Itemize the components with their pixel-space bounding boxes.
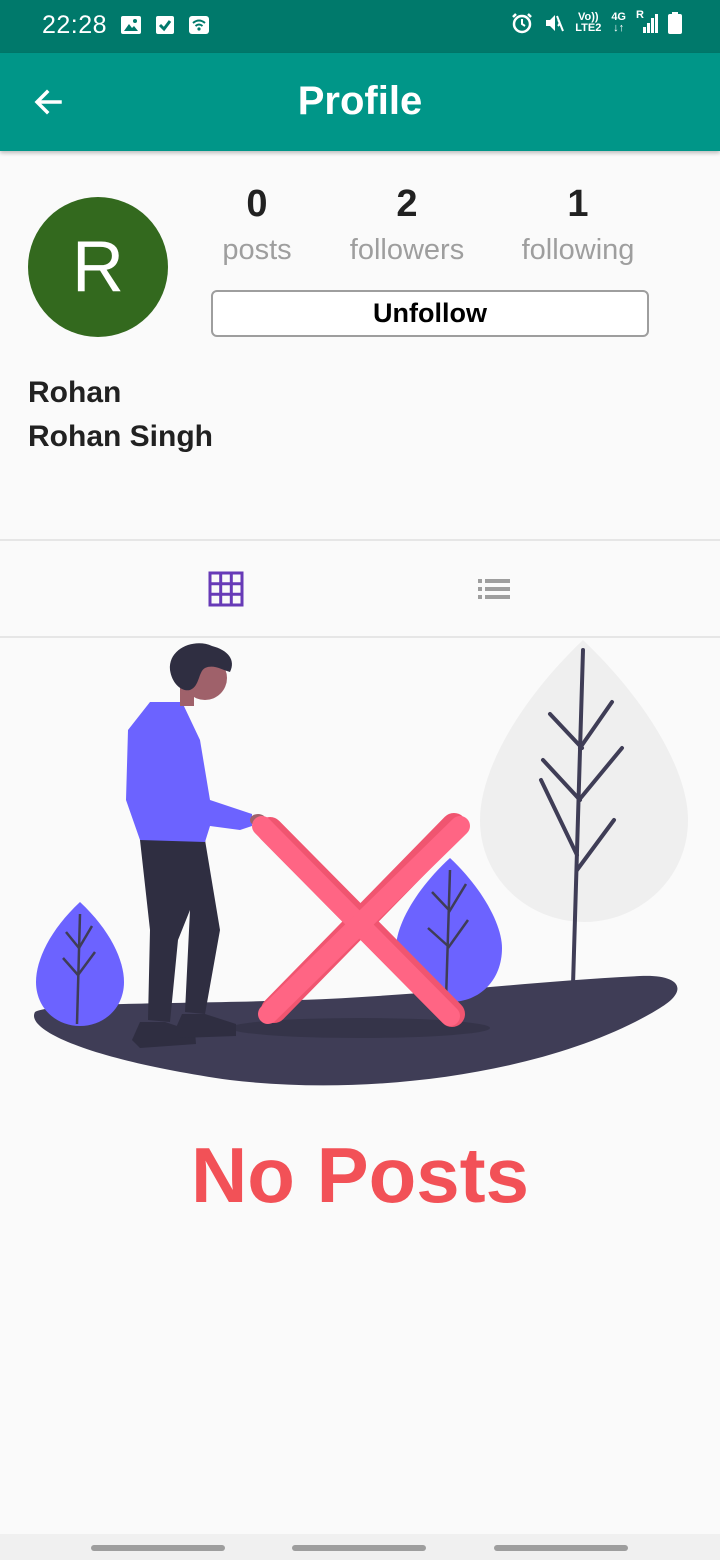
nav-recent-pill[interactable] (91, 1545, 225, 1551)
list-icon (478, 579, 510, 599)
image-notification-icon (121, 16, 141, 34)
grid-icon (208, 571, 244, 607)
stat-followers[interactable]: 2 followers (327, 180, 487, 272)
battery-icon (668, 12, 682, 34)
status-notification-icons (120, 14, 210, 36)
posts-label: posts (222, 234, 292, 266)
page-title: Profile (297, 79, 423, 123)
status-bar: 22:28 Vo)) LTE2 4G ↓↑ R (0, 0, 720, 53)
tab-list-view[interactable] (268, 542, 720, 636)
data-arrows-icon: ↓↑ (613, 22, 625, 34)
nav-home-pill[interactable] (292, 1545, 426, 1551)
empty-state-message: No Posts (190, 1131, 530, 1219)
signal-icon (643, 14, 658, 33)
empty-state-illustration (34, 640, 688, 1086)
network-indicator: 4G ↓↑ (611, 12, 626, 34)
divider (0, 539, 720, 541)
vibrate-mute-icon (546, 15, 565, 32)
posts-count: 0 (246, 183, 268, 225)
volte-indicator: Vo)) LTE2 (575, 12, 601, 34)
stat-following[interactable]: 1 following (498, 180, 658, 272)
username: Rohan (28, 376, 122, 409)
system-nav-bar (0, 1534, 720, 1560)
followers-label: followers (349, 234, 465, 266)
signal-indicator: R (636, 10, 658, 34)
status-system-icons: Vo)) LTE2 4G ↓↑ R (511, 10, 682, 34)
checkbox-notification-icon (156, 16, 174, 34)
person-figure (126, 643, 266, 1048)
avatar: R (28, 197, 168, 337)
avatar-initial: R (72, 227, 124, 307)
lte-label: LTE2 (575, 22, 602, 34)
full-name: Rohan Singh (28, 420, 213, 453)
unfollow-button[interactable]: Unfollow (211, 290, 649, 337)
stat-posts: 0 posts (177, 180, 337, 272)
nav-back-pill[interactable] (494, 1545, 628, 1551)
followers-count: 2 (396, 183, 418, 225)
following-count: 1 (567, 183, 589, 225)
wifi-notification-icon (189, 16, 209, 34)
app-bar: Profile (0, 53, 720, 151)
status-time: 22:28 (42, 11, 108, 39)
following-label: following (521, 234, 635, 266)
alarm-icon (512, 13, 533, 34)
